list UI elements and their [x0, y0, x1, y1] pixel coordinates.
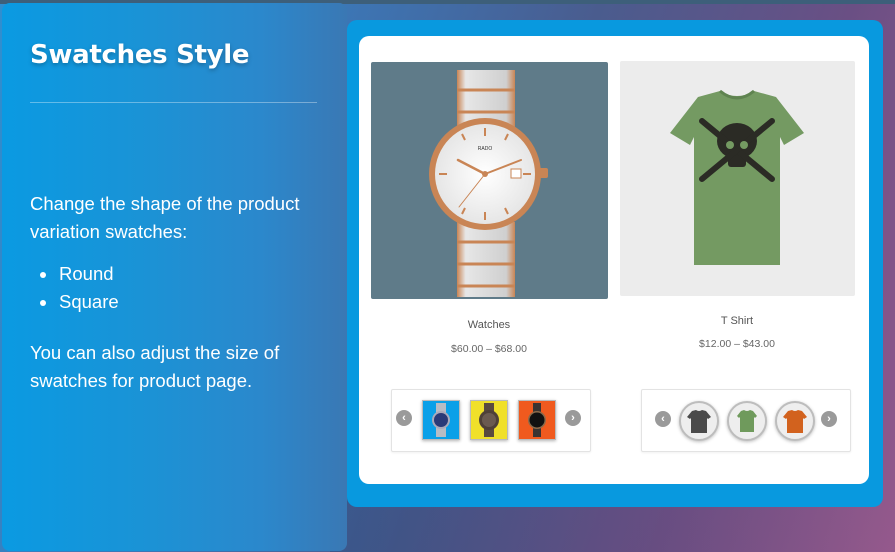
- swatch-green-tshirt[interactable]: [727, 401, 767, 441]
- chevron-left-icon: ‹: [661, 413, 665, 425]
- chevron-right-icon: ›: [827, 413, 831, 425]
- panel-note: You can also adjust the size of swatches…: [30, 342, 280, 391]
- panel-title: Swatches Style: [30, 40, 250, 70]
- tshirt-icon: [670, 89, 804, 265]
- carousel-next-tshirt[interactable]: ›: [821, 411, 837, 427]
- title-divider: [30, 102, 317, 103]
- product-price-tshirt: $12.00 – $43.00: [699, 338, 775, 350]
- shape-list: Round Square: [30, 260, 119, 316]
- carousel-prev-watches[interactable]: ‹: [396, 410, 412, 426]
- product-image-tshirt[interactable]: [620, 61, 855, 296]
- watch-swatch-icon: [479, 403, 499, 437]
- product-name-watches[interactable]: Watches: [369, 319, 609, 331]
- tshirt-swatch-icon: [687, 410, 711, 433]
- watch-icon: RADO: [429, 70, 548, 297]
- shape-item-round: Round: [30, 260, 119, 288]
- swatch-black-dial-watch[interactable]: [518, 400, 556, 440]
- carousel-next-watches[interactable]: ›: [565, 410, 581, 426]
- chevron-right-icon: ›: [571, 412, 575, 424]
- swatch-dark-grey-tshirt[interactable]: [679, 401, 719, 441]
- shape-item-square: Square: [30, 288, 119, 316]
- swatch-bronze-watch[interactable]: [470, 400, 508, 440]
- product-name-tshirt[interactable]: T Shirt: [617, 315, 857, 327]
- carousel-prev-tshirt[interactable]: ‹: [655, 411, 671, 427]
- chevron-left-icon: ‹: [402, 412, 406, 424]
- swatch-orange-tshirt[interactable]: [775, 401, 815, 441]
- watch-swatch-icon: [432, 403, 450, 437]
- tshirt-swatch-icon: [783, 410, 807, 433]
- product-image-watch[interactable]: RADO: [371, 62, 608, 299]
- swatch-blue-dial-watch[interactable]: [422, 400, 460, 440]
- watch-swatch-icon: [528, 403, 546, 437]
- panel-description: Change the shape of the product variatio…: [30, 193, 300, 242]
- svg-text:RADO: RADO: [478, 146, 493, 152]
- swatch-carousel-watches: ‹ ›: [391, 389, 591, 452]
- product-price-watches: $60.00 – $68.00: [451, 343, 527, 355]
- swatch-carousel-tshirt: ‹ ›: [641, 389, 851, 452]
- tshirt-swatch-icon: [737, 410, 757, 432]
